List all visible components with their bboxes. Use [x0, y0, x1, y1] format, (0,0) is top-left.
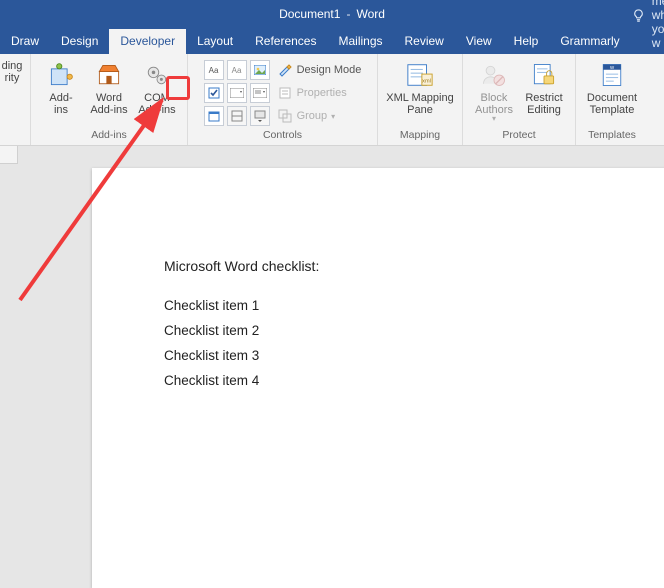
app-name: Word: [356, 7, 384, 21]
document-template-icon: W: [596, 59, 628, 91]
list-item: Checklist item 2: [164, 323, 664, 338]
legacy-tools-icon[interactable]: [250, 106, 270, 126]
ribbon: ding rity Add- ins Word Add-ins: [0, 54, 664, 146]
content-controls-palette: Aa Aa: [204, 57, 270, 126]
word-addins-button[interactable]: Word Add-ins: [85, 57, 133, 116]
group-protect: Block Authors ▾ Restrict Editing Protect: [463, 54, 576, 145]
block-authors-button[interactable]: Block Authors ▾: [469, 57, 519, 122]
addins-button[interactable]: Add- ins: [37, 57, 85, 116]
chevron-down-icon: ▾: [492, 116, 496, 122]
tell-me-label: Tell me what you w: [652, 0, 664, 50]
group-label-mapping: Mapping: [400, 129, 440, 143]
datepicker-control-icon[interactable]: [204, 106, 224, 126]
restrict-editing-icon: [528, 59, 560, 91]
puzzle-icon: [45, 59, 77, 91]
document-template-button[interactable]: W Document Template: [582, 57, 642, 116]
list-item: Checklist item 4: [164, 373, 664, 388]
xml-mapping-button[interactable]: xml XML Mapping Pane: [384, 57, 456, 116]
restrict-editing-label: Restrict Editing: [525, 92, 562, 116]
group-icon: [277, 108, 293, 124]
tab-design[interactable]: Design: [50, 29, 109, 54]
list-item: Checklist item 1: [164, 298, 664, 313]
block-authors-label: Block Authors: [475, 92, 513, 116]
xml-mapping-icon: xml: [404, 59, 436, 91]
lightbulb-icon: [631, 8, 646, 23]
group-label-templates: Templates: [588, 129, 636, 143]
chevron-down-icon: ▾: [331, 112, 335, 121]
design-mode-label: Design Mode: [297, 64, 362, 76]
properties-button[interactable]: Properties: [277, 83, 362, 103]
tab-developer[interactable]: Developer: [109, 29, 186, 54]
group-mapping: xml XML Mapping Pane Mapping: [378, 54, 463, 145]
tab-help[interactable]: Help: [503, 29, 550, 54]
restrict-editing-button[interactable]: Restrict Editing: [519, 57, 569, 122]
properties-label: Properties: [297, 87, 347, 99]
xml-mapping-label: XML Mapping Pane: [386, 92, 453, 116]
rich-text-control-icon[interactable]: Aa: [204, 60, 224, 80]
group-addins: Add- ins Word Add-ins COM Add-ins Add-in…: [31, 54, 188, 145]
com-addins-label: COM Add-ins: [138, 92, 175, 116]
svg-text:xml: xml: [422, 78, 431, 84]
ribbon-tabs: Draw Design Developer Layout References …: [0, 28, 664, 54]
checkbox-control-icon[interactable]: [204, 83, 224, 103]
group-code-partial: ding rity: [0, 54, 31, 145]
group-templates: W Document Template Templates: [576, 54, 648, 145]
tab-view[interactable]: View: [455, 29, 503, 54]
repeating-control-icon[interactable]: [227, 106, 247, 126]
store-icon: [93, 59, 125, 91]
group-btn-label: Group: [297, 110, 328, 122]
partial-label: ding rity: [2, 60, 23, 84]
group-controls: Aa Aa Design Mode Properties: [188, 54, 378, 145]
document-template-label: Document Template: [587, 92, 637, 116]
tab-mailings[interactable]: Mailings: [327, 29, 393, 54]
tab-layout[interactable]: Layout: [186, 29, 244, 54]
dropdown-control-icon[interactable]: [250, 83, 270, 103]
partial-button[interactable]: ding rity: [0, 57, 24, 84]
design-mode-button[interactable]: Design Mode: [277, 60, 362, 80]
list-item: Checklist item 3: [164, 348, 664, 363]
gears-icon: [141, 59, 173, 91]
document-name: Document1: [279, 7, 340, 21]
title-bar: Document1 - Word: [0, 0, 664, 28]
tab-draw[interactable]: Draw: [0, 29, 50, 54]
addins-label: Add- ins: [49, 92, 72, 116]
com-addins-button[interactable]: COM Add-ins: [133, 57, 181, 116]
combobox-control-icon[interactable]: [227, 83, 247, 103]
design-mode-icon: [277, 62, 293, 78]
document-page[interactable]: Microsoft Word checklist: Checklist item…: [92, 168, 664, 588]
group-label-code: [11, 129, 14, 143]
doc-heading: Microsoft Word checklist:: [164, 258, 664, 274]
group-button[interactable]: Group ▾: [277, 106, 362, 126]
tab-references[interactable]: References: [244, 29, 327, 54]
document-workspace: Microsoft Word checklist: Checklist item…: [0, 146, 664, 500]
word-addins-label: Word Add-ins: [90, 92, 127, 116]
group-label-protect: Protect: [502, 129, 535, 143]
controls-options: Design Mode Properties Group ▾: [277, 57, 362, 126]
tab-grammarly[interactable]: Grammarly: [549, 29, 630, 54]
group-label-addins: Add-ins: [91, 129, 127, 143]
title-separator: -: [346, 7, 350, 21]
properties-icon: [277, 85, 293, 101]
block-authors-icon: [478, 59, 510, 91]
plain-text-control-icon[interactable]: Aa: [227, 60, 247, 80]
picture-control-icon[interactable]: [250, 60, 270, 80]
tell-me-search[interactable]: Tell me what you w: [631, 0, 664, 54]
ruler-corner: [0, 146, 18, 164]
group-label-controls: Controls: [263, 129, 302, 143]
tab-review[interactable]: Review: [394, 29, 455, 54]
